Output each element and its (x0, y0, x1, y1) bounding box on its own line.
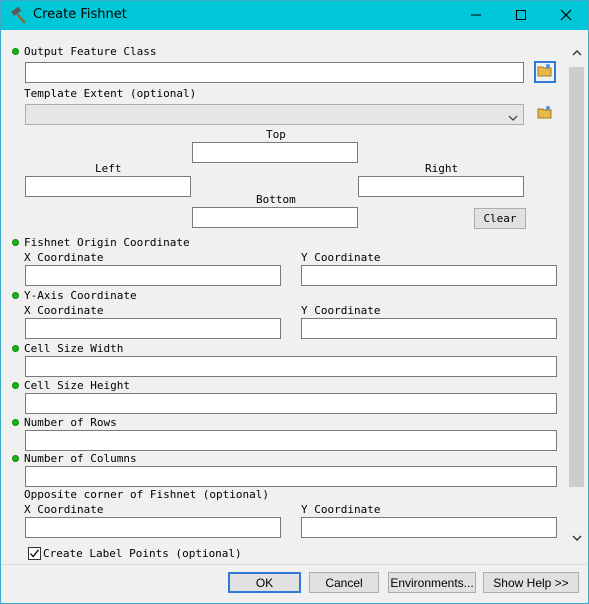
required-dot-icon (12, 382, 19, 389)
y-axis-label: Y-Axis Coordinate (24, 289, 137, 302)
maximize-icon (515, 6, 527, 25)
required-dot-icon (12, 239, 19, 246)
extent-bottom-input[interactable] (192, 207, 358, 228)
num-cols-input[interactable] (25, 466, 557, 487)
create-fishnet-dialog: Create Fishnet Output Feature Class Temp… (0, 0, 589, 604)
required-dot-icon (12, 455, 19, 462)
opposite-x-label: X Coordinate (24, 503, 104, 516)
environments-button[interactable]: Environments... (388, 572, 476, 593)
title-bar[interactable]: Create Fishnet (1, 1, 588, 30)
output-browse-button[interactable] (534, 61, 556, 83)
parameters-panel: Output Feature Class Template Extent (op… (1, 30, 588, 564)
open-folder-icon (537, 63, 553, 82)
close-icon (560, 6, 572, 25)
cell-width-label: Cell Size Width (24, 342, 124, 355)
cell-height-input[interactable] (25, 393, 557, 414)
chevron-down-icon (571, 529, 583, 548)
required-dot-icon (12, 345, 19, 352)
y-axis-x-label: X Coordinate (24, 304, 104, 317)
template-extent-browse-button[interactable] (534, 103, 556, 125)
opposite-x-input[interactable] (25, 517, 281, 538)
hammer-icon (10, 6, 28, 25)
template-extent-label: Template Extent (optional) (24, 87, 197, 100)
required-dot-icon (12, 48, 19, 55)
extent-right-input[interactable] (358, 176, 524, 197)
required-dot-icon (12, 419, 19, 426)
opposite-y-input[interactable] (301, 517, 557, 538)
label-points-checkbox[interactable] (28, 547, 41, 560)
show-help-button[interactable]: Show Help >> (483, 572, 579, 593)
num-rows-input[interactable] (25, 430, 557, 451)
checkmark-icon (29, 548, 40, 559)
maximize-button[interactable] (498, 1, 543, 30)
vertical-scrollbar[interactable] (568, 42, 585, 550)
extent-left-label: Left (95, 162, 122, 175)
cancel-button[interactable]: Cancel (309, 572, 379, 593)
minimize-button[interactable] (453, 1, 498, 30)
num-rows-label: Number of Rows (24, 416, 117, 429)
scroll-up-button[interactable] (568, 45, 585, 62)
window-title: Create Fishnet (33, 7, 127, 22)
y-axis-y-input[interactable] (301, 318, 557, 339)
fishnet-origin-label: Fishnet Origin Coordinate (24, 236, 190, 249)
extent-top-input[interactable] (192, 142, 358, 163)
scroll-thumb[interactable] (569, 67, 584, 487)
origin-x-input[interactable] (25, 265, 281, 286)
clear-extent-button[interactable]: Clear (474, 208, 526, 229)
chevron-down-icon (507, 109, 519, 121)
scroll-track[interactable] (569, 67, 584, 525)
extent-left-input[interactable] (25, 176, 191, 197)
cell-width-input[interactable] (25, 356, 557, 377)
opposite-y-label: Y Coordinate (301, 503, 381, 516)
label-points-label: Create Label Points (optional) (43, 547, 242, 560)
extent-right-label: Right (425, 162, 459, 175)
y-axis-y-label: Y Coordinate (301, 304, 381, 317)
chevron-up-icon (571, 44, 583, 63)
opposite-corner-label: Opposite corner of Fishnet (optional) (24, 488, 270, 501)
output-feature-class-input[interactable] (25, 62, 524, 83)
extent-top-label: Top (266, 128, 286, 141)
scroll-down-button[interactable] (568, 530, 585, 547)
close-button[interactable] (543, 1, 588, 30)
template-extent-select[interactable] (25, 104, 524, 125)
output-feature-class-label: Output Feature Class (24, 45, 157, 58)
ok-button[interactable]: OK (228, 572, 301, 593)
origin-y-input[interactable] (301, 265, 557, 286)
origin-x-label: X Coordinate (24, 251, 104, 264)
y-axis-x-input[interactable] (25, 318, 281, 339)
open-folder-icon (537, 105, 553, 124)
cell-height-label: Cell Size Height (24, 379, 130, 392)
origin-y-label: Y Coordinate (301, 251, 381, 264)
minimize-icon (470, 6, 482, 25)
dialog-footer: OK Cancel Environments... Show Help >> (1, 564, 588, 603)
required-dot-icon (12, 292, 19, 299)
extent-bottom-label: Bottom (256, 193, 296, 206)
num-cols-label: Number of Columns (24, 452, 137, 465)
